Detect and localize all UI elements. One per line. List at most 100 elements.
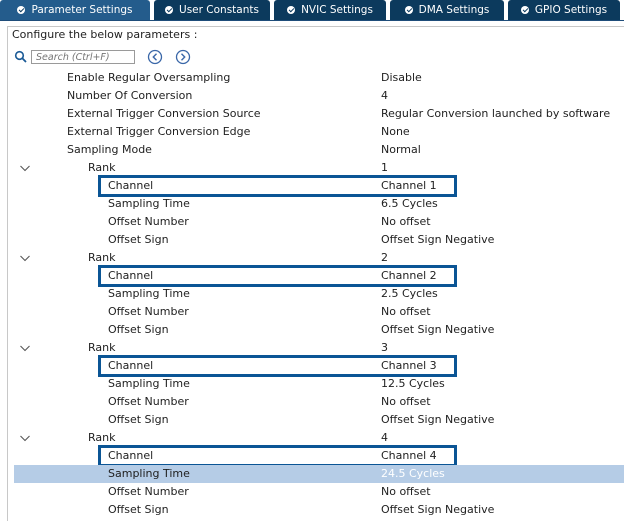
rank-row[interactable]: Rank 3: [14, 339, 624, 357]
param-name: Offset Number: [108, 395, 189, 408]
tab-gpio-settings[interactable]: GPIO Settings: [508, 0, 620, 20]
param-name: External Trigger Conversion Edge: [67, 125, 251, 138]
rank-label: Rank: [88, 431, 116, 444]
channel-row[interactable]: Channel Channel 4: [14, 445, 624, 467]
param-name: External Trigger Conversion Source: [67, 107, 261, 120]
param-name: Channel: [108, 179, 154, 192]
tab-label: DMA Settings: [418, 4, 490, 16]
param-value: 6.5 Cycles: [381, 197, 438, 210]
param-row[interactable]: Offset Sign Offset Sign Negative: [14, 501, 624, 519]
next-arrow-icon[interactable]: [175, 49, 191, 65]
rank-label: Rank: [88, 341, 116, 354]
param-value: Regular Conversion launched by software: [381, 107, 611, 120]
rank-value: 2: [381, 251, 388, 264]
search-input[interactable]: [31, 50, 135, 64]
param-value: 4: [381, 89, 388, 102]
param-name: Offset Sign: [108, 233, 169, 246]
configure-label: Configure the below parameters :: [12, 28, 198, 41]
tab-parameter-settings[interactable]: Parameter Settings: [0, 0, 150, 20]
param-name: Offset Number: [108, 485, 189, 498]
param-name: Sampling Time: [108, 467, 190, 480]
previous-arrow-icon[interactable]: [147, 49, 163, 65]
param-name: Offset Sign: [108, 323, 169, 336]
param-value: No offset: [381, 395, 431, 408]
rank-row[interactable]: Rank 2: [14, 249, 624, 267]
search-icon: [14, 50, 27, 63]
param-value: Channel 1: [381, 179, 437, 192]
param-row[interactable]: Offset Number No offset: [14, 393, 624, 411]
param-row[interactable]: Offset Number No offset: [14, 303, 624, 321]
param-value: Channel 3: [381, 359, 437, 372]
param-value: No offset: [381, 485, 431, 498]
param-name: Offset Sign: [108, 503, 169, 516]
param-name: Sampling Time: [108, 287, 190, 300]
param-row[interactable]: Offset Sign Offset Sign Negative: [14, 231, 624, 249]
chevron-down-icon[interactable]: [19, 432, 31, 444]
chevron-down-icon[interactable]: [19, 252, 31, 264]
tab-bar: Parameter Settings User Constants NVIC S…: [0, 0, 624, 21]
param-name: Offset Number: [108, 305, 189, 318]
check-circle-icon: [165, 6, 174, 14]
param-row[interactable]: Offset Number No offset: [14, 213, 624, 231]
param-value: None: [381, 125, 410, 138]
param-row[interactable]: External Trigger Conversion Edge None: [14, 123, 624, 141]
param-row[interactable]: Sampling Time 12.5 Cycles: [14, 375, 624, 393]
param-value: 12.5 Cycles: [381, 377, 445, 390]
param-value: No offset: [381, 305, 431, 318]
param-value: Channel 4: [381, 449, 437, 462]
tab-label: Parameter Settings: [31, 4, 133, 16]
param-row[interactable]: Offset Sign Offset Sign Negative: [14, 411, 624, 429]
tab-label: User Constants: [179, 4, 259, 16]
tab-label: NVIC Settings: [301, 4, 373, 16]
param-name: Offset Number: [108, 215, 189, 228]
param-row-selected[interactable]: Sampling Time 24.5 Cycles: [14, 465, 624, 483]
channel-row[interactable]: Channel Channel 1: [14, 175, 624, 197]
param-name: Sampling Mode: [67, 143, 152, 156]
param-value: 2.5 Cycles: [381, 287, 438, 300]
param-row[interactable]: Number Of Conversion 4: [14, 87, 624, 105]
param-value: Offset Sign Negative: [381, 323, 495, 336]
param-value: No offset: [381, 215, 431, 228]
param-row[interactable]: Sampling Time 6.5 Cycles: [14, 195, 624, 213]
param-value: Normal: [381, 143, 421, 156]
param-value: Offset Sign Negative: [381, 233, 495, 246]
param-row[interactable]: Offset Number No offset: [14, 483, 624, 501]
param-name: Channel: [108, 449, 154, 462]
param-name: Channel: [108, 269, 154, 282]
parameter-tree: Enable Regular Oversampling Disable Numb…: [14, 69, 624, 519]
rank-value: 3: [381, 341, 388, 354]
param-name: Offset Sign: [108, 413, 169, 426]
param-name: Sampling Time: [108, 377, 190, 390]
chevron-down-icon[interactable]: [19, 342, 31, 354]
check-circle-icon: [404, 6, 413, 14]
param-value: Channel 2: [381, 269, 437, 282]
check-circle-icon: [17, 6, 26, 14]
rank-row[interactable]: Rank 1: [14, 159, 624, 177]
param-name: Channel: [108, 359, 154, 372]
param-name: Sampling Time: [108, 197, 190, 210]
chevron-down-icon[interactable]: [19, 162, 31, 174]
search-row: [14, 48, 191, 66]
param-value: Offset Sign Negative: [381, 503, 495, 516]
channel-row[interactable]: Channel Channel 2: [14, 265, 624, 287]
param-row[interactable]: Sampling Time 2.5 Cycles: [14, 285, 624, 303]
rank-value: 1: [381, 161, 388, 174]
param-value: 24.5 Cycles: [381, 467, 445, 480]
tab-nvic-settings[interactable]: NVIC Settings: [274, 0, 386, 20]
channel-row[interactable]: Channel Channel 3: [14, 355, 624, 377]
check-circle-icon: [287, 6, 296, 14]
param-row[interactable]: Sampling Mode Normal: [14, 141, 624, 159]
rank-row[interactable]: Rank 4: [14, 429, 624, 447]
tab-dma-settings[interactable]: DMA Settings: [390, 0, 504, 20]
rank-label: Rank: [88, 251, 116, 264]
param-name: Enable Regular Oversampling: [67, 71, 231, 84]
tab-user-constants[interactable]: User Constants: [154, 0, 270, 20]
param-row[interactable]: Enable Regular Oversampling Disable: [14, 69, 624, 87]
tab-label: GPIO Settings: [534, 4, 608, 16]
param-row[interactable]: External Trigger Conversion Source Regul…: [14, 105, 624, 123]
param-value: Disable: [381, 71, 422, 84]
rank-label: Rank: [88, 161, 116, 174]
rank-value: 4: [381, 431, 388, 444]
param-row[interactable]: Offset Sign Offset Sign Negative: [14, 321, 624, 339]
check-circle-icon: [520, 6, 529, 14]
